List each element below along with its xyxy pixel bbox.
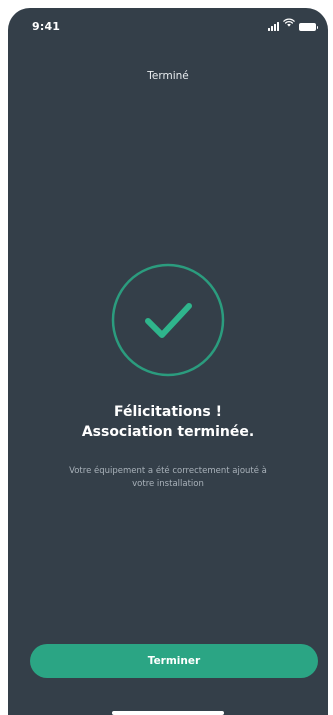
headline-line-1: Félicitations !: [114, 404, 222, 420]
status-time: 9:41: [32, 20, 61, 33]
checkmark-circle-icon: [110, 262, 226, 378]
success-description: Votre équipement a été correctement ajou…: [69, 466, 267, 489]
cellular-signal-icon: [268, 22, 279, 31]
headline-line-2: Association terminée.: [81, 424, 255, 440]
status-bar: 9:41: [8, 8, 328, 52]
page-title: Terminé: [147, 70, 189, 82]
home-indicator: [112, 711, 224, 715]
wifi-icon: [283, 12, 295, 31]
phone-screen: 9:41 Terminé Félicitations ! Association…: [8, 8, 328, 715]
finish-button[interactable]: Terminer: [30, 644, 318, 678]
status-icons: [268, 18, 318, 31]
battery-icon: [299, 23, 318, 31]
success-headline: Félicitations ! Association terminée.: [8, 402, 328, 442]
